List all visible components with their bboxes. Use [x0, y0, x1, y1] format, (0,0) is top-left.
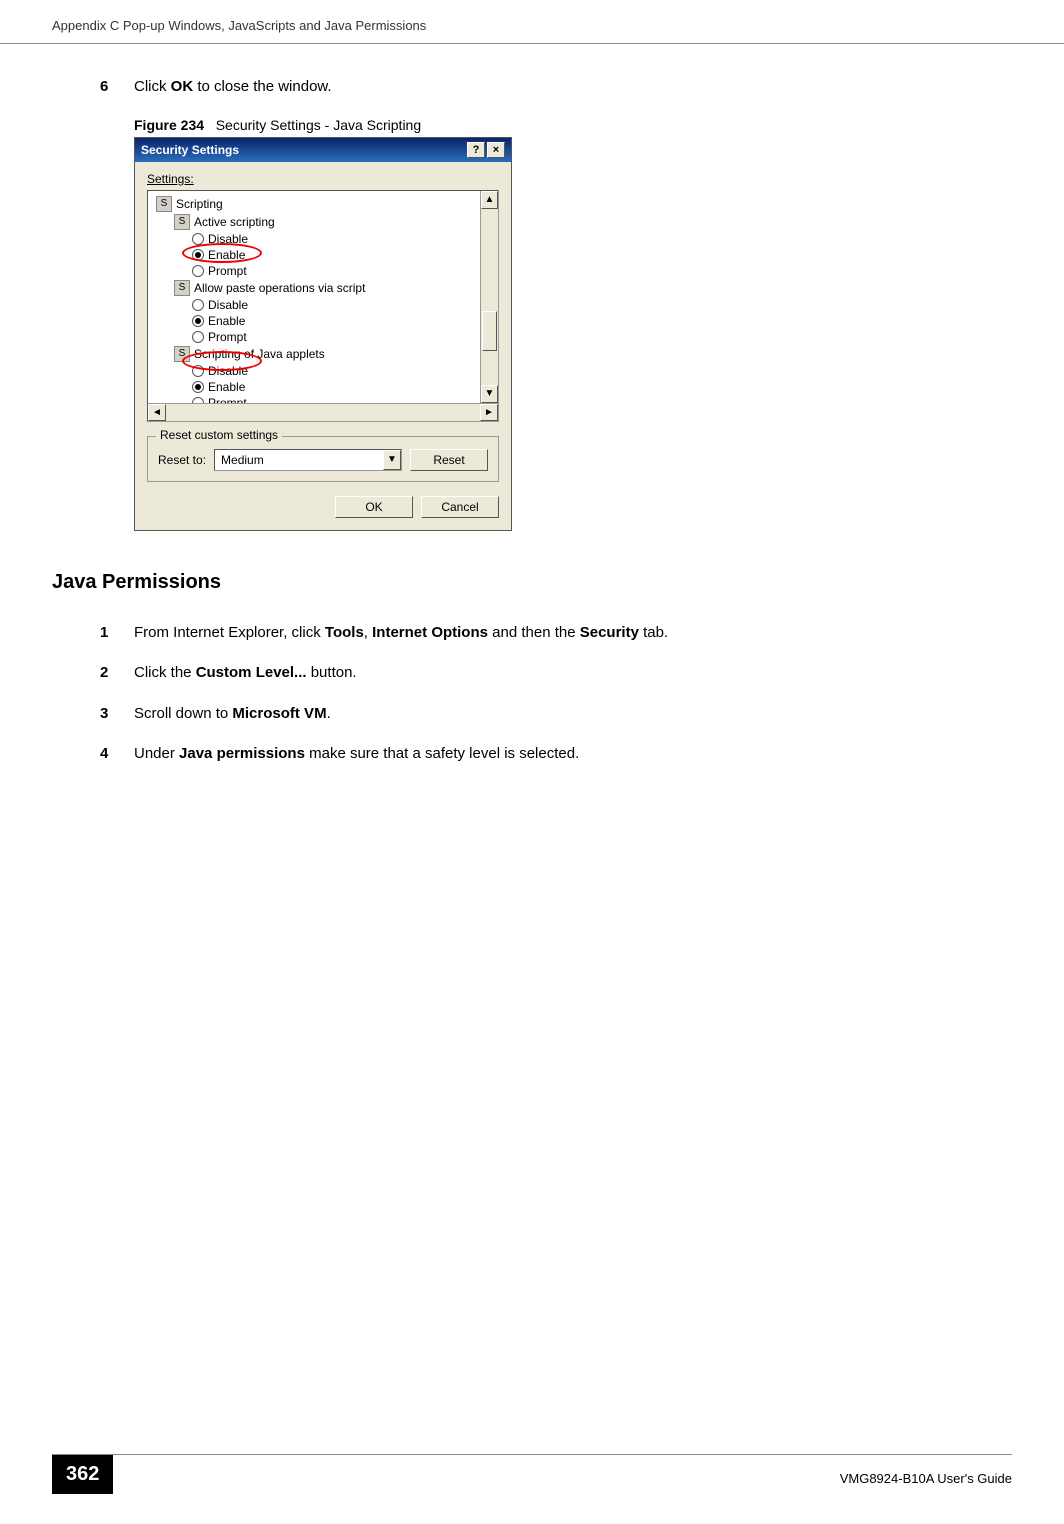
step-1: 1 From Internet Explorer, click Tools, I… [100, 622, 1012, 645]
radio-disable[interactable]: Disable [152, 363, 496, 379]
scroll-left-icon[interactable]: ◄ [148, 404, 166, 421]
radio-enable[interactable]: Enable [152, 379, 496, 395]
reset-button[interactable]: Reset [410, 449, 488, 471]
dialog-title: Security Settings [141, 143, 239, 157]
section-heading-java-permissions: Java Permissions [52, 571, 1012, 594]
script-icon: S [174, 280, 190, 296]
close-button[interactable]: × [487, 142, 505, 158]
step-number: 4 [100, 743, 134, 766]
settings-label: Settings: [147, 172, 499, 186]
step-text: From Internet Explorer, click Tools, Int… [134, 622, 668, 645]
step-number: 6 [100, 76, 134, 99]
radio-prompt[interactable]: Prompt [152, 263, 496, 279]
group-label: Reset custom settings [156, 428, 282, 442]
step-text: Click the Custom Level... button. [134, 662, 357, 685]
figure-caption: Figure 234 Security Settings - Java Scri… [134, 117, 1012, 133]
dialog-footer: OK Cancel [147, 496, 499, 518]
step-text: Click OK to close the window. [134, 76, 332, 99]
settings-tree: S Scripting S Active scripting Disable E… [147, 190, 499, 422]
tree-scripting: S Scripting [152, 195, 496, 213]
step-number: 3 [100, 703, 134, 726]
cancel-button[interactable]: Cancel [421, 496, 499, 518]
step-text: Scroll down to Microsoft VM. [134, 703, 331, 726]
scroll-right-icon[interactable]: ► [480, 404, 498, 421]
chevron-down-icon: ▼ [383, 450, 401, 470]
footer-guide-title: VMG8924-B10A User's Guide [840, 1463, 1012, 1486]
script-icon: S [174, 346, 190, 362]
tree-allow-paste: S Allow paste operations via script [152, 279, 496, 297]
figure-label: Figure 234 [134, 117, 204, 133]
tree-scripting-java-applets: S Scripting of Java applets [152, 345, 496, 363]
radio-disable[interactable]: Disable [152, 297, 496, 313]
script-icon: S [156, 196, 172, 212]
step-3: 3 Scroll down to Microsoft VM. [100, 703, 1012, 726]
figure-title: Security Settings - Java Scripting [216, 117, 421, 133]
scroll-thumb[interactable] [482, 311, 497, 351]
step-text: Under Java permissions make sure that a … [134, 743, 579, 766]
step-number: 2 [100, 662, 134, 685]
ok-button[interactable]: OK [335, 496, 413, 518]
step-6: 6 Click OK to close the window. [100, 76, 1012, 99]
help-button[interactable]: ? [467, 142, 485, 158]
dialog-body: Settings: S Scripting S Active scripting… [135, 162, 511, 530]
appendix-title: Appendix C Pop-up Windows, JavaScripts a… [52, 18, 426, 33]
tree-active-scripting: S Active scripting [152, 213, 496, 231]
horizontal-scrollbar[interactable]: ◄ ► [148, 403, 498, 421]
dialog-titlebar: Security Settings ? × [135, 138, 511, 162]
page-header: Appendix C Pop-up Windows, JavaScripts a… [0, 0, 1064, 44]
vertical-scrollbar[interactable]: ▲ ▼ [480, 191, 498, 403]
step-number: 1 [100, 622, 134, 645]
radio-enable[interactable]: Enable [152, 247, 496, 263]
reset-group: Reset custom settings Reset to: Medium ▼… [147, 436, 499, 482]
radio-enable[interactable]: Enable [152, 313, 496, 329]
script-icon: S [174, 214, 190, 230]
titlebar-buttons: ? × [467, 142, 505, 158]
main-content: 6 Click OK to close the window. Figure 2… [0, 44, 1064, 766]
radio-prompt[interactable]: Prompt [152, 329, 496, 345]
page-number: 362 [52, 1455, 113, 1494]
reset-to-label: Reset to: [158, 453, 206, 467]
reset-level-select[interactable]: Medium ▼ [214, 449, 402, 471]
page-footer: 362 VMG8924-B10A User's Guide [52, 1454, 1012, 1494]
scroll-up-icon[interactable]: ▲ [481, 191, 498, 209]
security-settings-dialog: Security Settings ? × Settings: S Script… [134, 137, 512, 531]
step-4: 4 Under Java permissions make sure that … [100, 743, 1012, 766]
radio-disable[interactable]: Disable [152, 231, 496, 247]
scroll-down-icon[interactable]: ▼ [481, 385, 498, 403]
step-2: 2 Click the Custom Level... button. [100, 662, 1012, 685]
